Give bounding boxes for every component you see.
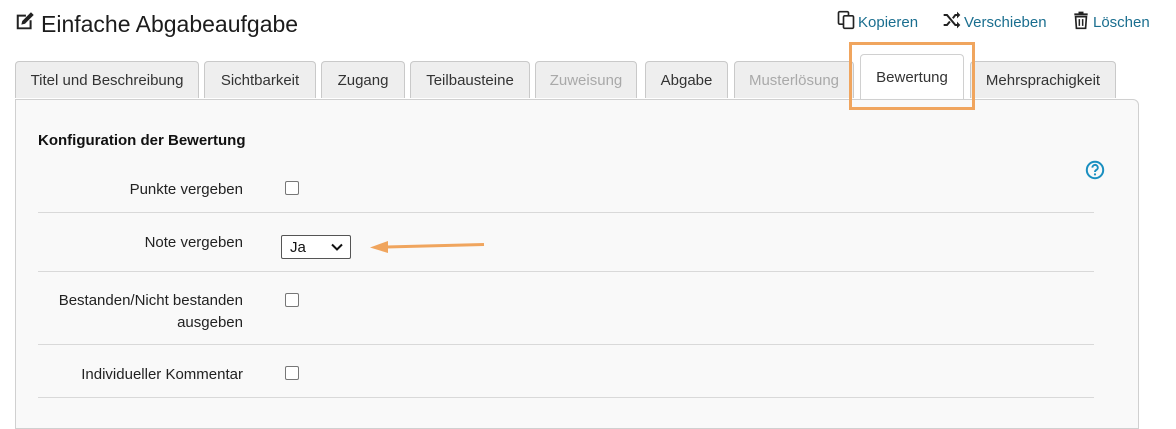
toolbar: Kopieren Verschieben Löschen — [0, 10, 1176, 32]
passed-label-line1: Bestanden/Nicht bestanden — [58, 292, 243, 309]
tab-title-description[interactable]: Titel und Beschreibung — [15, 61, 199, 98]
passed-checkbox[interactable] — [285, 293, 299, 307]
tab-label: Titel und Beschreibung — [30, 71, 184, 89]
copy-icon — [836, 10, 856, 34]
tab-visibility[interactable]: Sichtbarkeit — [204, 61, 316, 98]
divider — [38, 271, 1094, 272]
annotation-arrow — [370, 241, 485, 253]
delete-button[interactable]: Löschen — [1071, 10, 1150, 34]
tab-grading[interactable]: Bewertung — [860, 54, 964, 99]
divider — [38, 212, 1094, 213]
tab-label: Zuweisung — [549, 71, 623, 89]
passed-label: Bestanden/Nicht bestanden ausgeben — [38, 290, 243, 334]
tab-label: Bewertung — [876, 68, 948, 86]
section-title: Konfiguration der Bewertung — [38, 132, 246, 149]
grade-select[interactable]: Ja — [281, 235, 351, 259]
tab-label: Sichtbarkeit — [220, 71, 300, 89]
shuffle-icon — [942, 10, 962, 34]
tab-label: Abgabe — [660, 71, 713, 89]
tab-assignment: Zuweisung — [535, 61, 637, 98]
tab-access[interactable]: Zugang — [321, 61, 405, 98]
trash-icon — [1071, 10, 1091, 34]
comment-checkbox[interactable] — [285, 366, 299, 380]
copy-button[interactable]: Kopieren — [836, 10, 918, 34]
tab-sample-solution: Musterlösung — [734, 61, 854, 98]
tab-label: Mehrsprachigkeit — [985, 71, 1101, 89]
grade-label: Note vergeben — [144, 234, 243, 251]
tab-label: Musterlösung — [748, 71, 840, 89]
help-circle-icon[interactable] — [1085, 160, 1105, 180]
points-label: Punkte vergeben — [129, 181, 243, 198]
passed-label-line2: ausgeben — [177, 314, 243, 331]
move-label: Verschieben — [964, 13, 1047, 31]
points-checkbox[interactable] — [285, 181, 299, 195]
divider — [38, 397, 1094, 398]
tab-label: Teilbausteine — [426, 71, 514, 89]
tab-submission[interactable]: Abgabe — [645, 61, 728, 98]
tab-multilingual[interactable]: Mehrsprachigkeit — [970, 61, 1116, 98]
tab-subcomponents[interactable]: Teilbausteine — [410, 61, 530, 98]
tab-bar: Titel und Beschreibung Sichtbarkeit Zuga… — [15, 54, 1125, 99]
grade-select-value: Ja — [290, 238, 306, 256]
delete-label: Löschen — [1093, 13, 1150, 31]
tab-label: Zugang — [337, 71, 389, 89]
comment-label: Individueller Kommentar — [81, 366, 243, 383]
divider — [38, 344, 1094, 345]
move-button[interactable]: Verschieben — [942, 10, 1047, 34]
copy-label: Kopieren — [858, 13, 919, 31]
